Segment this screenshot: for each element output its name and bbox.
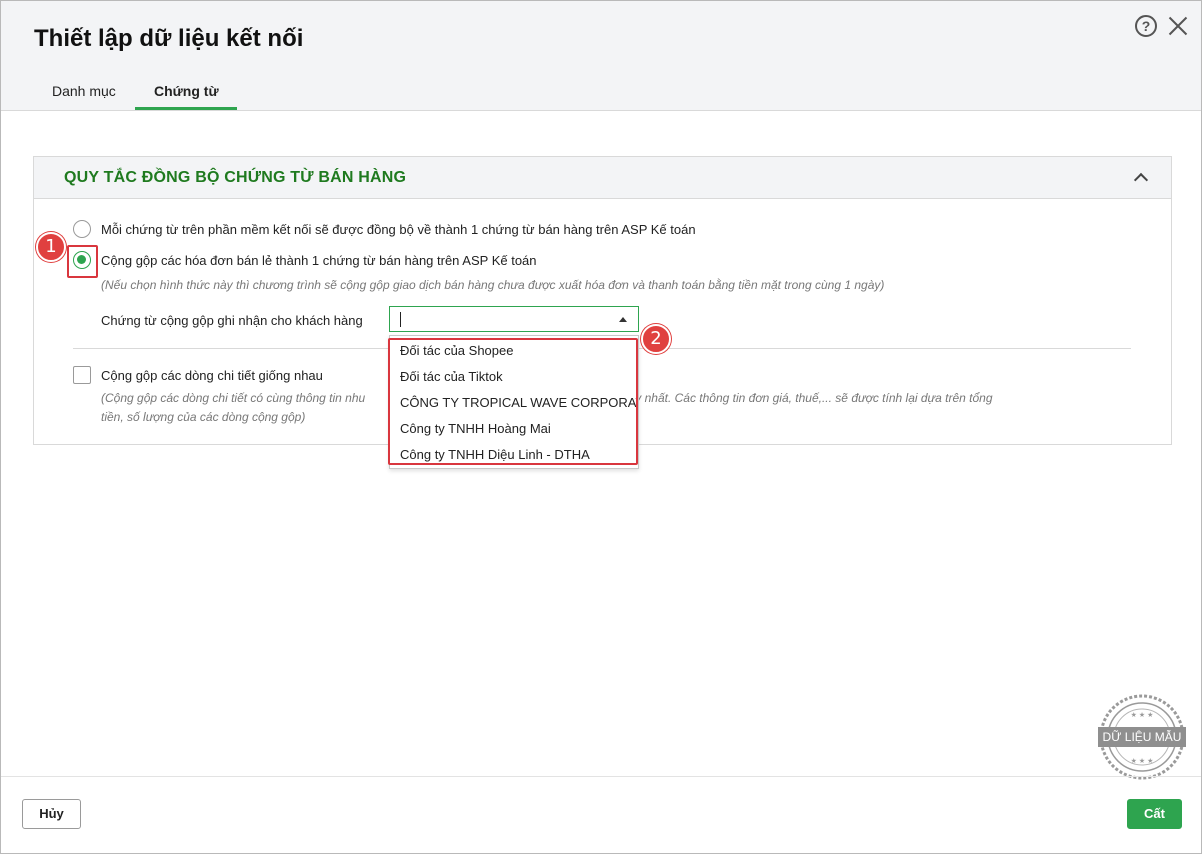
section-title: QUY TẮC ĐỒNG BỘ CHỨNG TỪ BÁN HÀNG (64, 169, 407, 186)
sample-data-stamp: DỮ LIỆU MẪU ★ ★ ★ ★ ★ ★ (1098, 694, 1186, 780)
svg-text:★ ★ ★: ★ ★ ★ (1131, 711, 1154, 719)
svg-text:★ ★ ★: ★ ★ ★ (1131, 757, 1154, 765)
dialog-header: Thiết lập dữ liệu kết nối ? Danh mục Chứ… (1, 1, 1201, 111)
tab-danh-muc[interactable]: Danh mục (52, 83, 116, 99)
step-marker-1: 1 (36, 232, 66, 262)
merge-details-checkbox[interactable] (73, 366, 91, 384)
stamp-text: DỮ LIỆU MẪU (1103, 729, 1182, 744)
tab-chung-tu[interactable]: Chứng từ (154, 83, 219, 99)
help-circle-icon[interactable]: ? (1135, 15, 1157, 37)
merge-details-note-left: (Cộng gộp các dòng chi tiết có cùng thôn… (101, 391, 366, 405)
radio-sync-each-document[interactable] (73, 220, 91, 238)
merge-retail-note: (Nếu chọn hình thức này thì chương trình… (101, 278, 885, 292)
dialog-title: Thiết lập dữ liệu kết nối (34, 25, 304, 52)
text-cursor (400, 312, 401, 327)
connection-settings-dialog: Thiết lập dữ liệu kết nối ? Danh mục Chứ… (0, 0, 1202, 854)
active-tab-indicator (135, 107, 237, 110)
footer-divider (1, 776, 1201, 777)
customer-combobox[interactable] (389, 306, 639, 332)
dropdown-arrow-icon[interactable] (619, 317, 627, 322)
close-icon[interactable] (1167, 15, 1189, 37)
customer-field-label: Chứng từ cộng gộp ghi nhận cho khách hàn… (101, 313, 363, 328)
save-button[interactable]: Cất (1127, 799, 1182, 829)
highlight-box-dropdown (388, 338, 638, 465)
radio-sync-each-label: Mỗi chứng từ trên phần mềm kết nối sẽ đư… (101, 222, 696, 237)
merge-details-note-line2: tiền, số lượng của các dòng cộng gộp) (101, 410, 306, 424)
step-marker-2: 2 (641, 324, 671, 354)
chevron-up-icon[interactable] (1134, 171, 1146, 183)
merge-details-label: Cộng gộp các dòng chi tiết giống nhau (101, 368, 323, 383)
highlight-box-radio (67, 245, 98, 278)
cancel-button[interactable]: Hủy (22, 799, 81, 829)
section-header[interactable]: QUY TẮC ĐỒNG BỘ CHỨNG TỪ BÁN HÀNG (34, 157, 1171, 199)
radio-merge-retail-label: Cộng gộp các hóa đơn bán lẻ thành 1 chứn… (101, 253, 537, 268)
